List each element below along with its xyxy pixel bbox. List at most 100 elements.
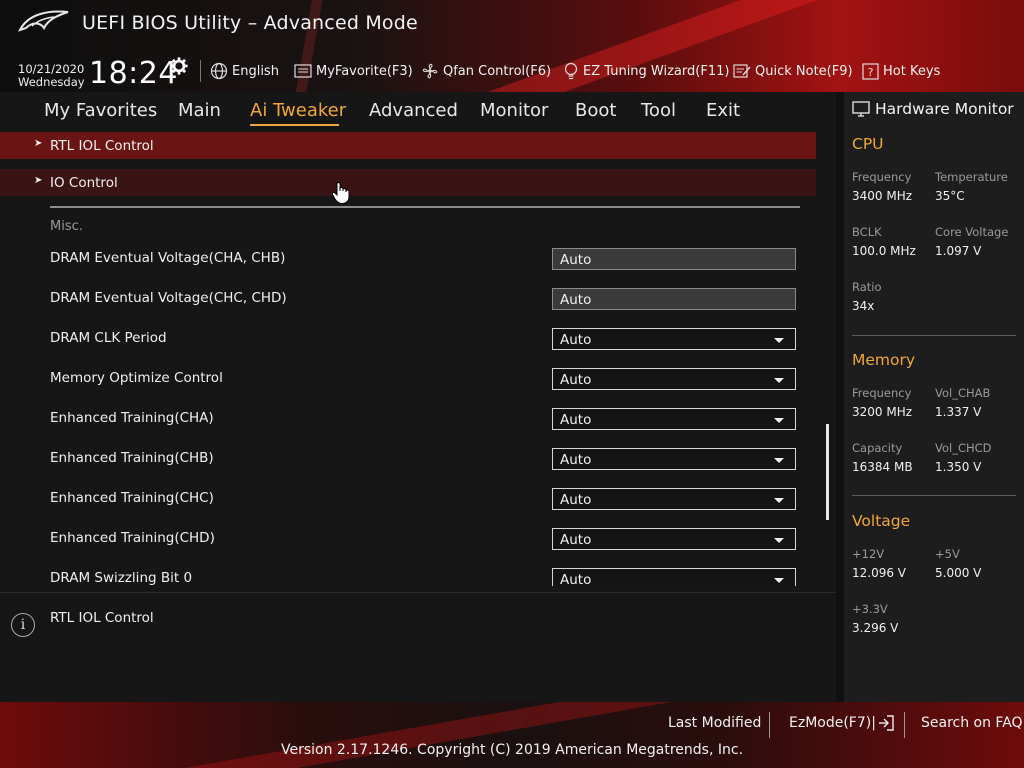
setting-label: DRAM Swizzling Bit 0 (50, 570, 193, 586)
favorite-list-icon (294, 64, 312, 78)
setting-label: Memory Optimize Control (50, 370, 223, 386)
note-icon (733, 64, 751, 78)
footer-bar: Last Modified EzMode(F7)| Search on FAQ … (0, 702, 1024, 768)
bclk-label: BCLK (852, 225, 882, 239)
question-icon: ? (862, 62, 879, 80)
field-value: Auto (560, 252, 592, 268)
quick-note-label: Quick Note(F9) (755, 63, 853, 79)
rog-logo-icon (18, 10, 69, 32)
field-value: Auto (560, 532, 592, 548)
scrollbar-thumb[interactable] (826, 424, 829, 520)
weekday-text: Wednesday (18, 75, 85, 89)
hot-keys-button[interactable]: ? Hot Keys (862, 62, 940, 80)
core-voltage-value: 1.097 V (935, 244, 982, 258)
search-faq-button[interactable]: Search on FAQ (921, 715, 1023, 731)
section-divider (50, 206, 800, 208)
chevron-down-icon (774, 338, 784, 343)
globe-icon (210, 62, 228, 80)
hardware-monitor-title: Hardware Monitor (852, 100, 1014, 118)
cpu-temperature-label: Temperature (935, 170, 1008, 184)
memory-optimize-select[interactable]: Auto (552, 368, 796, 390)
field-value: Auto (560, 452, 592, 468)
lightbulb-icon (564, 62, 578, 80)
setting-label: DRAM Eventual Voltage(CHA, CHB) (50, 250, 286, 266)
ratio-label: Ratio (852, 280, 882, 294)
top-bar: UEFI BIOS Utility – Advanced Mode 10/21/… (0, 0, 1024, 92)
hot-keys-label: Hot Keys (883, 63, 941, 79)
ez-tuning-button[interactable]: EZ Tuning Wizard(F11) (563, 62, 729, 80)
hardware-monitor-label: Hardware Monitor (875, 100, 1014, 118)
footer-divider (769, 712, 770, 738)
enhanced-training-chb-select[interactable]: Auto (552, 448, 796, 470)
hw-divider (852, 335, 1016, 336)
v12-label: +12V (852, 547, 885, 561)
capacity-value: 16384 MB (852, 460, 913, 474)
cpu-section-title: CPU (852, 135, 884, 153)
voltage-section-title: Voltage (852, 512, 911, 530)
language-button[interactable]: English (210, 62, 279, 80)
help-divider (0, 592, 836, 593)
field-value: Auto (560, 292, 592, 308)
submenu-io-control[interactable]: ➤ IO Control (0, 169, 816, 196)
hand-cursor-icon (331, 182, 350, 205)
section-title-misc: Misc. (50, 219, 83, 234)
memory-frequency-value: 3200 MHz (852, 405, 913, 419)
dram-voltage-chcd-input[interactable]: Auto (552, 288, 796, 310)
ezmode-button[interactable]: EzMode(F7)| (789, 715, 894, 731)
vol-chab-label: Vol_CHAB (935, 386, 991, 400)
clock: 18:24 (89, 56, 178, 91)
field-value: Auto (560, 372, 592, 388)
field-value: Auto (560, 412, 592, 428)
ratio-value: 34x (852, 299, 875, 313)
v5-label: +5V (935, 547, 960, 561)
setting-label: Enhanced Training(CHD) (50, 530, 215, 546)
submenu-arrow-icon: ➤ (34, 175, 43, 186)
ezmode-label: EzMode(F7)| (789, 715, 876, 731)
gear-icon[interactable] (170, 57, 188, 75)
chevron-down-icon (774, 418, 784, 423)
myfavorite-label: MyFavorite(F3) (316, 63, 413, 79)
submenu-label: RTL IOL Control (50, 138, 154, 154)
ez-tuning-label: EZ Tuning Wizard(F11) (583, 63, 730, 79)
chevron-down-icon (774, 378, 784, 383)
vol-chcd-value: 1.350 V (935, 460, 982, 474)
memory-frequency-label: Frequency (852, 386, 912, 400)
enhanced-training-cha-select[interactable]: Auto (552, 408, 796, 430)
core-voltage-label: Core Voltage (935, 225, 1009, 239)
tab-main[interactable]: Main (178, 100, 221, 121)
vol-chab-value: 1.337 V (935, 405, 982, 419)
hw-divider (852, 495, 1016, 496)
enhanced-training-chd-select[interactable]: Auto (552, 528, 796, 550)
language-label: English (232, 63, 279, 79)
vol-chcd-label: Vol_CHCD (935, 441, 992, 455)
cpu-frequency-value: 3400 MHz (852, 189, 913, 203)
cpu-temperature-value: 35°C (935, 189, 965, 203)
field-value: Auto (560, 572, 592, 586)
tab-ai-tweaker[interactable]: Ai Tweaker (250, 100, 346, 121)
dram-swizzling-bit0-select[interactable]: Auto (552, 568, 796, 586)
tab-exit[interactable]: Exit (706, 100, 740, 121)
help-text: RTL IOL Control (50, 610, 154, 626)
dram-voltage-chab-input[interactable]: Auto (552, 248, 796, 270)
myfavorite-button[interactable]: MyFavorite(F3) (294, 62, 413, 80)
hardware-monitor-panel: Hardware Monitor CPU Frequency 3400 MHz … (836, 92, 1024, 702)
chevron-down-icon (774, 538, 784, 543)
footer-divider (904, 712, 905, 738)
qfan-button[interactable]: Qfan Control(F6) (421, 62, 551, 80)
tab-boot[interactable]: Boot (575, 100, 616, 121)
setting-label: Enhanced Training(CHA) (50, 410, 214, 426)
tab-tool[interactable]: Tool (641, 100, 676, 121)
memory-section-title: Memory (852, 351, 916, 369)
setting-label: DRAM Eventual Voltage(CHC, CHD) (50, 290, 287, 306)
submenu-rtl-iol-control[interactable]: ➤ RTL IOL Control (0, 132, 816, 159)
tab-advanced[interactable]: Advanced (369, 100, 458, 121)
tab-monitor[interactable]: Monitor (480, 100, 548, 121)
v5-value: 5.000 V (935, 566, 982, 580)
quick-note-button[interactable]: Quick Note(F9) (733, 62, 853, 80)
info-icon: i (11, 613, 35, 637)
dram-clk-period-select[interactable]: Auto (552, 328, 796, 350)
last-modified-button[interactable]: Last Modified (668, 715, 761, 731)
enhanced-training-chc-select[interactable]: Auto (552, 488, 796, 510)
app-title: UEFI BIOS Utility – Advanced Mode (82, 12, 418, 34)
tab-my-favorites[interactable]: My Favorites (44, 100, 157, 121)
